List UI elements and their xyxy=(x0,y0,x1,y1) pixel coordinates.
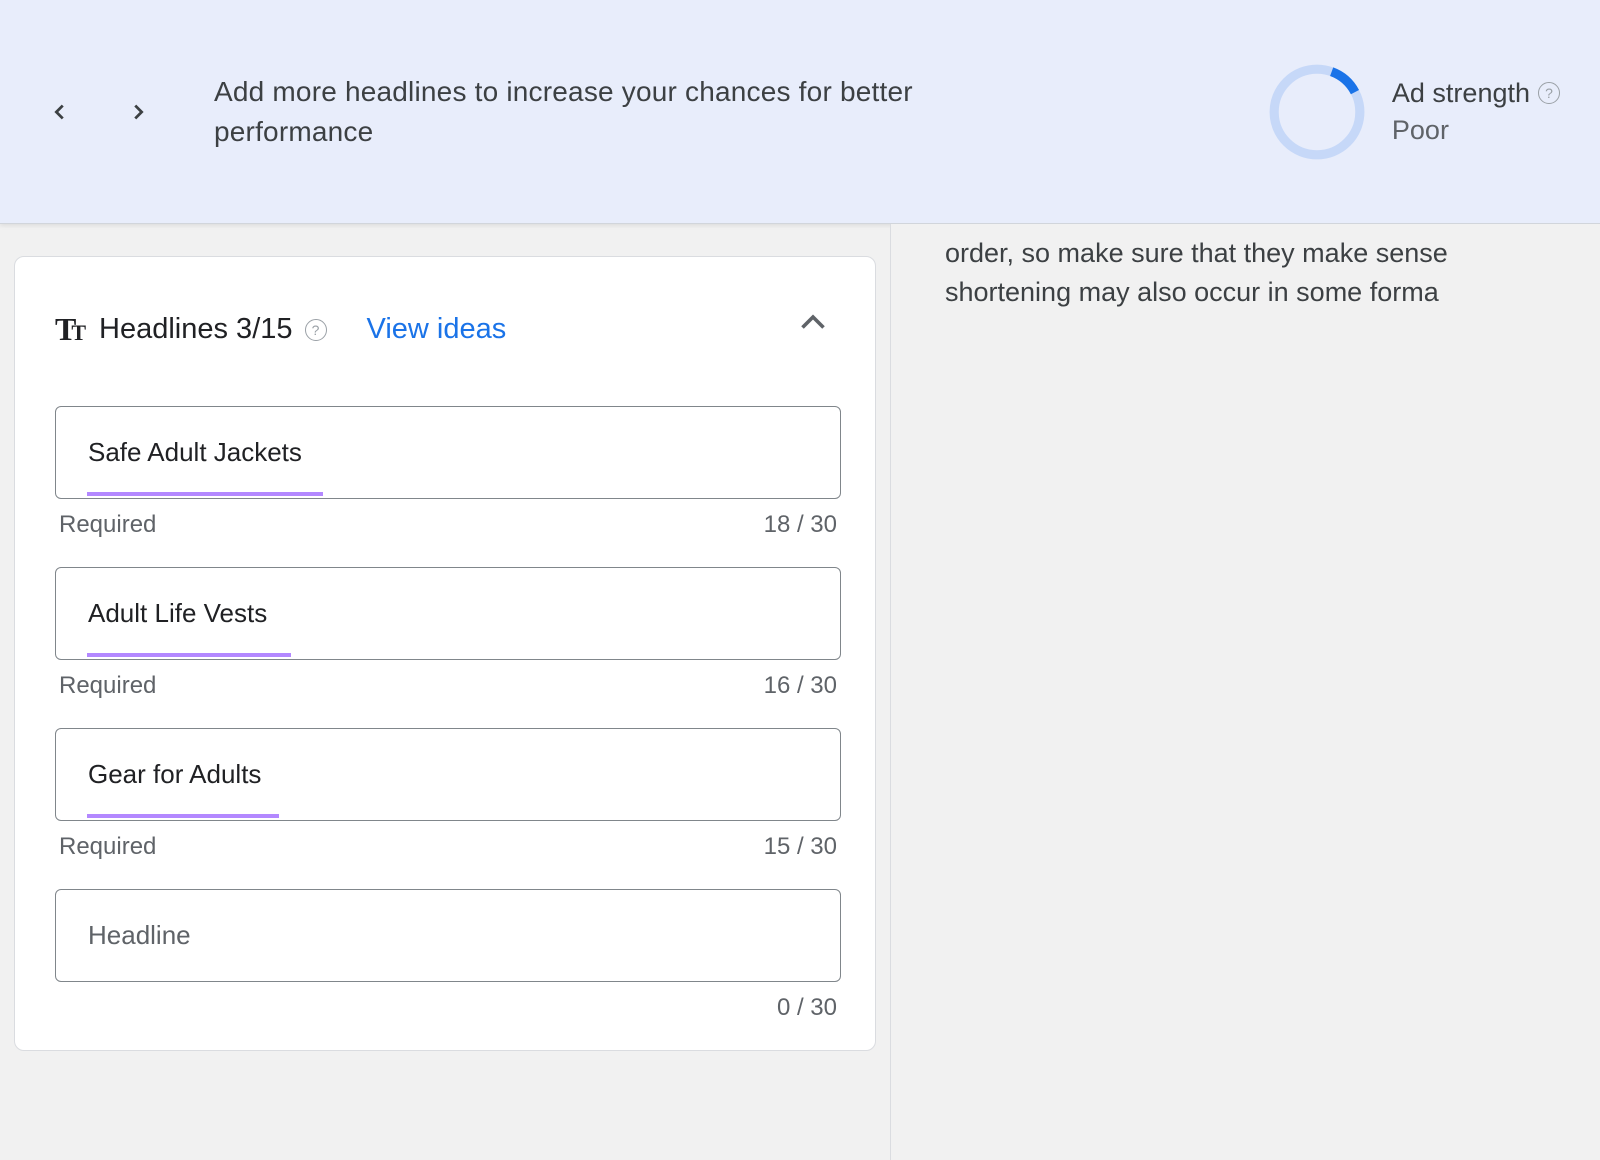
ad-strength-value: Poor xyxy=(1392,115,1560,146)
required-label: Required xyxy=(59,672,156,700)
headline-input-4[interactable] xyxy=(55,889,841,982)
spellcheck-underline xyxy=(87,653,291,657)
ad-strength-ring-icon xyxy=(1266,61,1368,163)
ad-strength-label: Ad strength xyxy=(1392,78,1530,109)
next-tip-button[interactable] xyxy=(122,96,154,128)
char-counter: 16 / 30 xyxy=(764,672,837,700)
ad-strength-banner: Add more headlines to increase your chan… xyxy=(0,0,1600,224)
view-ideas-link[interactable]: View ideas xyxy=(367,313,507,346)
char-counter: 15 / 30 xyxy=(764,833,837,861)
prev-tip-button[interactable] xyxy=(44,96,76,128)
headlines-card: TT Headlines 3/15 ? View ideas Required xyxy=(14,256,876,1051)
banner-nav xyxy=(44,96,154,128)
required-label: Required xyxy=(59,511,156,539)
help-icon[interactable]: ? xyxy=(305,319,327,341)
ad-strength-block: Ad strength ? Poor xyxy=(1266,61,1560,163)
required-label: Required xyxy=(59,833,156,861)
headline-input-3[interactable] xyxy=(55,728,841,821)
help-icon[interactable]: ? xyxy=(1538,82,1560,104)
char-counter: 0 / 30 xyxy=(777,994,837,1022)
left-panel: TT Headlines 3/15 ? View ideas Required xyxy=(0,224,890,1160)
headline-input-1[interactable] xyxy=(55,406,841,499)
spellcheck-underline xyxy=(87,814,279,818)
help-text-line: shortening may also occur in some forma xyxy=(945,273,1600,312)
banner-message: Add more headlines to increase your chan… xyxy=(214,72,974,150)
headline-input-2[interactable] xyxy=(55,567,841,660)
spellcheck-underline xyxy=(87,492,323,496)
text-format-icon: TT xyxy=(55,311,83,348)
collapse-button[interactable] xyxy=(795,305,831,346)
char-counter: 18 / 30 xyxy=(764,511,837,539)
headlines-title: Headlines 3/15 xyxy=(99,313,292,346)
right-panel: order, so make sure that they make sense… xyxy=(890,224,1600,1160)
help-text-line: order, so make sure that they make sense xyxy=(945,234,1600,273)
